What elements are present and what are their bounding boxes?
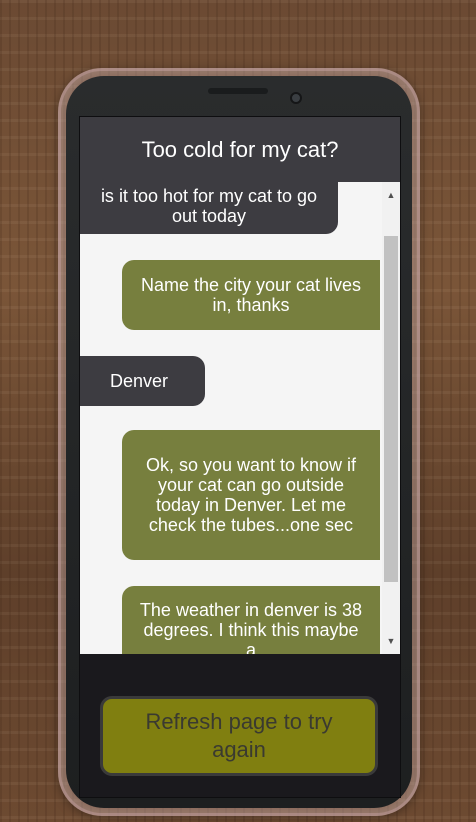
app-header: Too cold for my cat? xyxy=(80,117,400,182)
user-message: Denver xyxy=(80,356,205,406)
bot-message: The weather in denver is 38 degrees. I t… xyxy=(122,586,380,654)
bot-message: Ok, so you want to know if your cat can … xyxy=(122,430,380,560)
triangle-up-icon[interactable]: ▲ xyxy=(382,186,400,204)
app-screen: Too cold for my cat? is it too hot for m… xyxy=(79,116,401,798)
phone-speaker xyxy=(208,88,268,94)
refresh-button[interactable]: Refresh page to try again xyxy=(100,696,378,776)
chat-log[interactable]: is it too hot for my cat to go out today… xyxy=(80,182,400,654)
page-title: Too cold for my cat? xyxy=(141,136,339,162)
scrollbar-thumb[interactable] xyxy=(384,236,398,582)
app-footer: Refresh page to try again xyxy=(80,654,400,797)
triangle-down-icon[interactable]: ▼ xyxy=(382,632,400,650)
bot-message: Name the city your cat lives in, thanks xyxy=(122,260,380,330)
user-message: is it too hot for my cat to go out today xyxy=(80,182,338,234)
chat-scrollbar[interactable]: ▲ ▼ xyxy=(382,182,400,654)
phone-camera xyxy=(290,92,302,104)
